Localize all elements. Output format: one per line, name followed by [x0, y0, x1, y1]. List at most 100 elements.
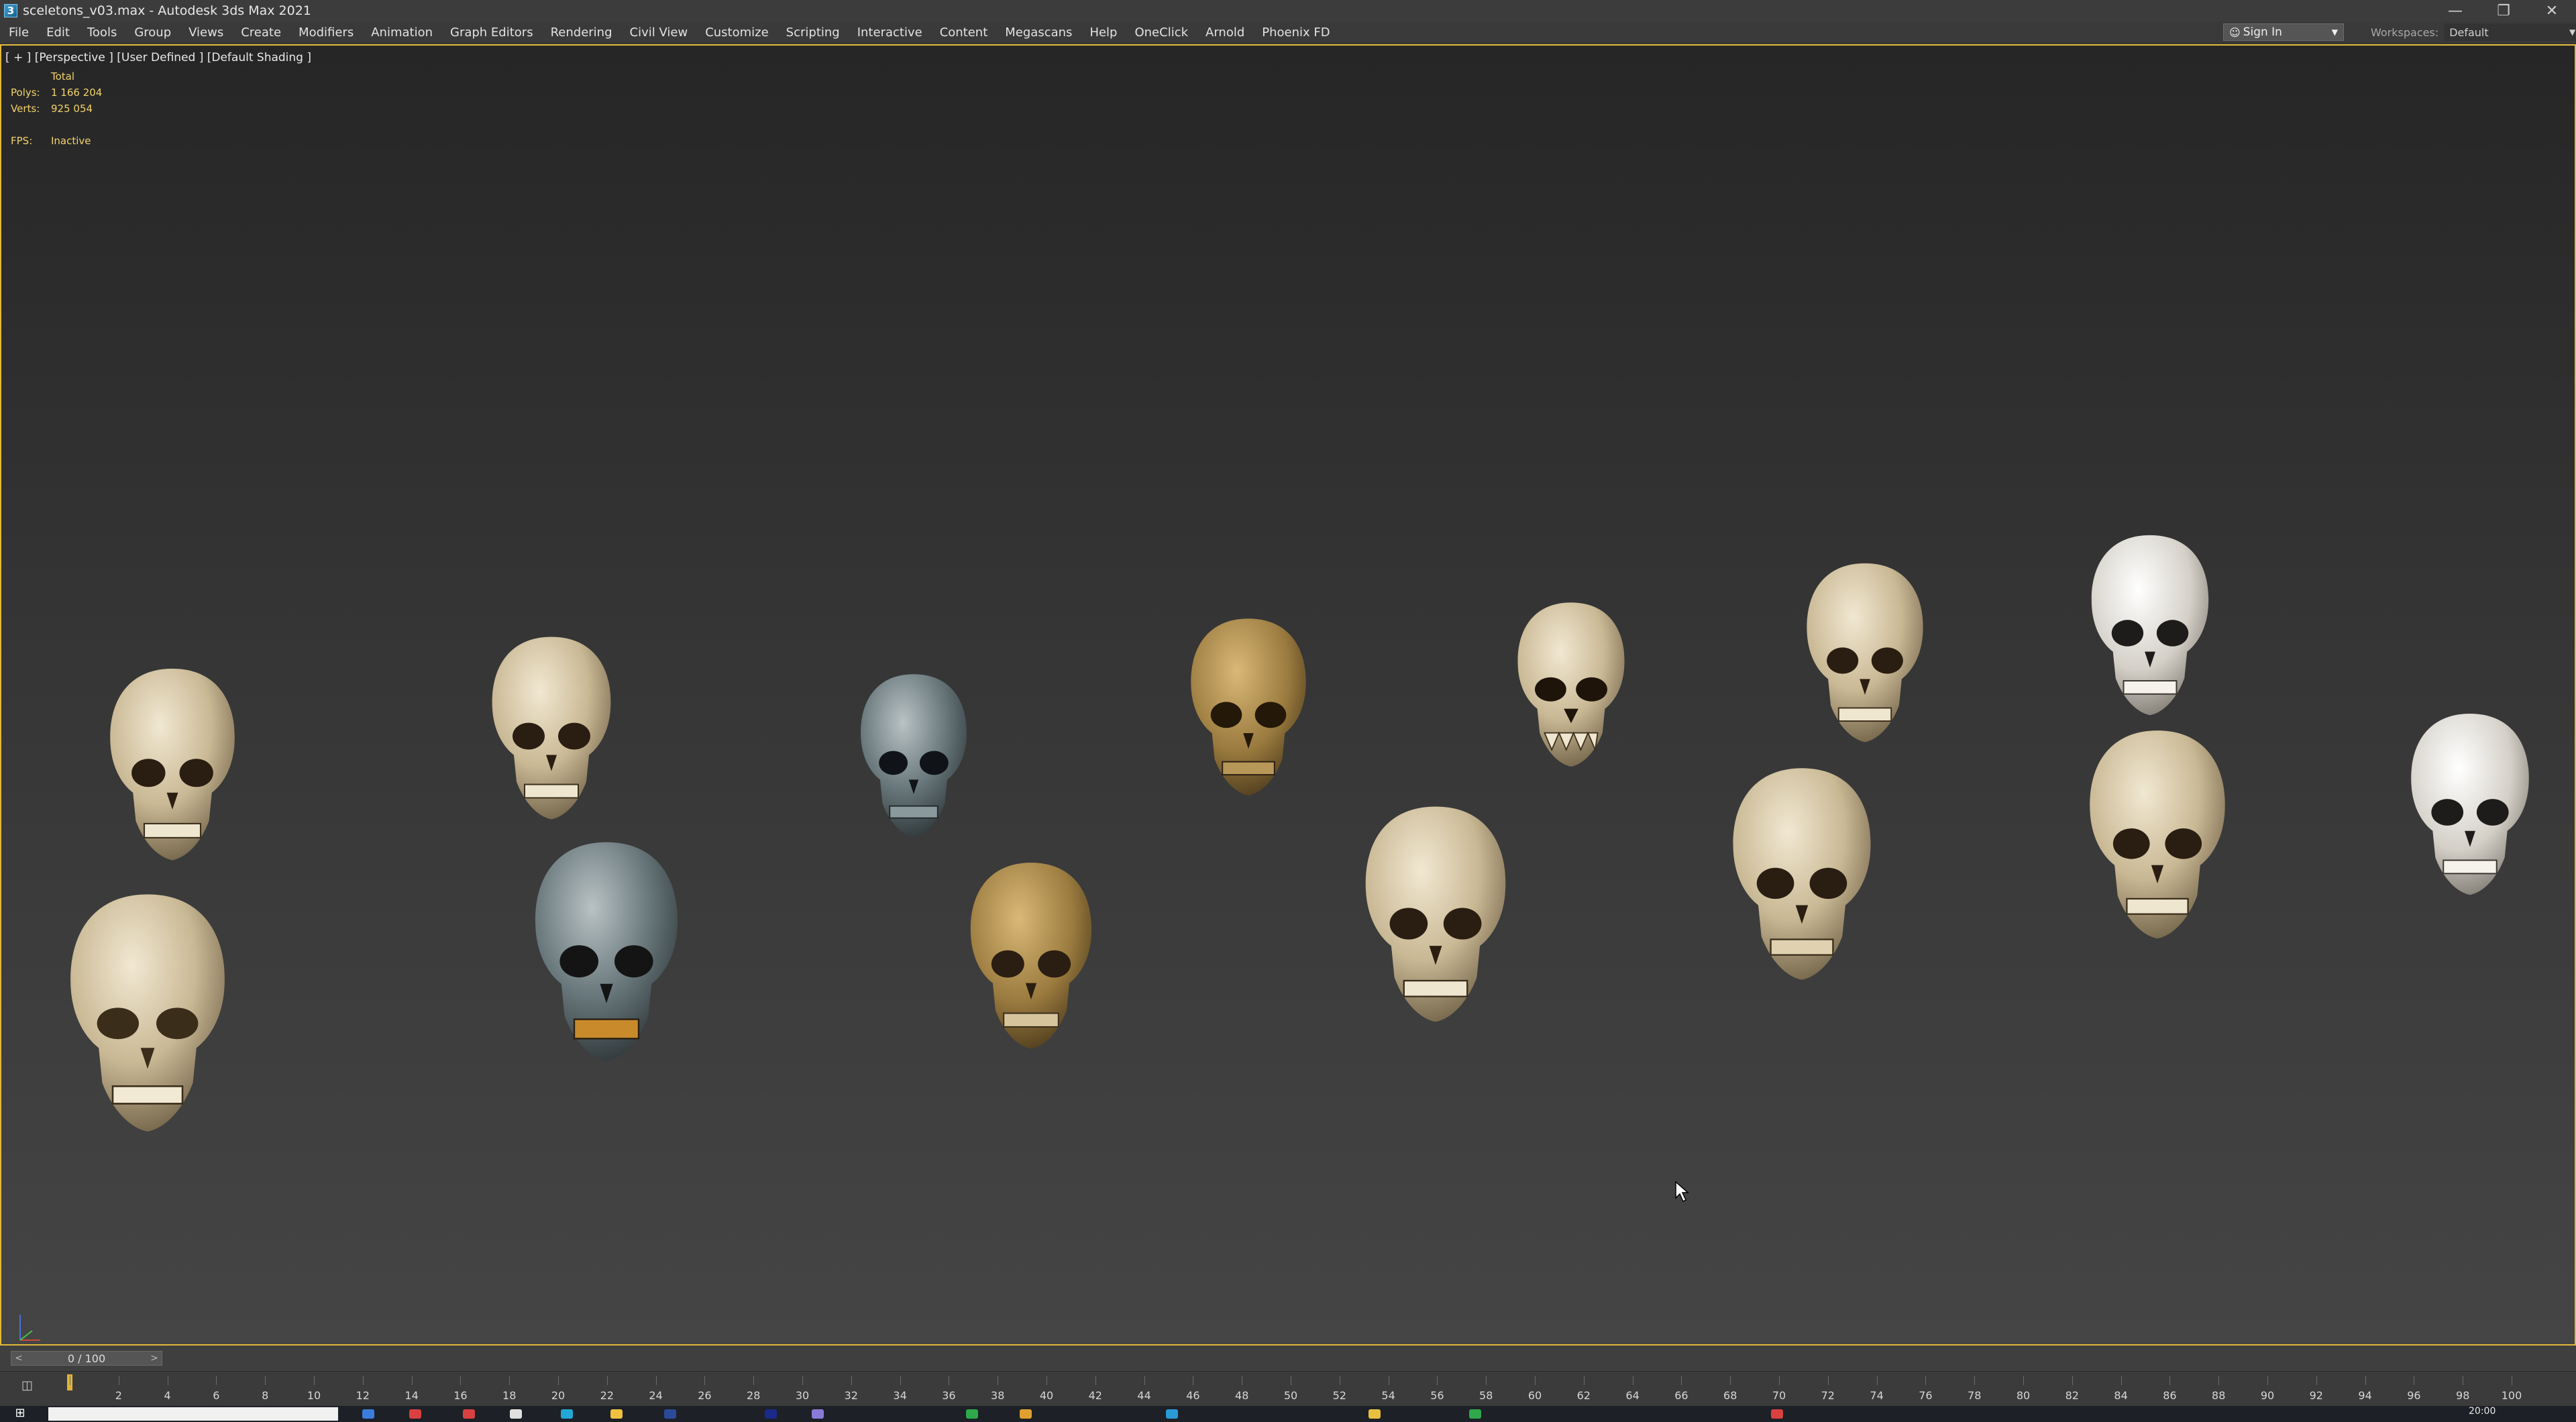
skull-model-3[interactable]: [484, 626, 619, 838]
prev-frame-button[interactable]: <: [11, 1353, 26, 1364]
frame-tick: [2072, 1376, 2073, 1385]
taskbar-app-icon[interactable]: [362, 1409, 374, 1419]
menu-customize[interactable]: Customize: [696, 25, 777, 40]
menu-scripting[interactable]: Scripting: [777, 25, 849, 40]
3dsmax-app-icon[interactable]: 3: [4, 4, 17, 17]
frame-tick: [509, 1376, 511, 1385]
menu-content[interactable]: Content: [931, 25, 997, 40]
frame-tick-label: 72: [1821, 1389, 1835, 1402]
skull-model-14[interactable]: [2390, 708, 2551, 908]
menu-edit[interactable]: Edit: [38, 25, 78, 40]
menu-arnold[interactable]: Arnold: [1197, 25, 1253, 40]
menu-animation[interactable]: Animation: [362, 25, 441, 40]
key-filter-icon[interactable]: ◫: [21, 1378, 33, 1392]
frame-tick-label: 80: [2016, 1389, 2031, 1402]
frame-tick-label: 10: [307, 1389, 321, 1402]
user-icon: ☺: [2229, 25, 2241, 39]
skull-model-5[interactable]: [853, 669, 974, 849]
frame-tick-label: 70: [1772, 1389, 1786, 1402]
taskbar-search-box[interactable]: [48, 1407, 338, 1421]
taskbar-clock[interactable]: 20:00: [2469, 1406, 2496, 1417]
skull-model-7[interactable]: [1183, 609, 1313, 813]
workspaces-label: Workspaces:: [2371, 25, 2439, 39]
frame-tick: [753, 1376, 755, 1385]
frame-tick-label: 64: [1625, 1389, 1640, 1402]
menu-graph-editors[interactable]: Graph Editors: [441, 25, 542, 40]
viewport-label-menu[interactable]: [ + ] [Perspective ] [User Defined ] [De…: [5, 51, 311, 64]
frame-tick-label: 68: [1723, 1389, 1737, 1402]
menu-civil-view[interactable]: Civil View: [621, 25, 697, 40]
windows-start-icon[interactable]: ⊞: [0, 1406, 40, 1422]
menu-oneclick[interactable]: OneClick: [1126, 25, 1197, 40]
frame-tick: [851, 1376, 852, 1385]
verts-label: Verts:: [11, 103, 40, 115]
frame-tick: [1827, 1376, 1829, 1385]
next-frame-button[interactable]: >: [147, 1353, 162, 1364]
skull-model-9[interactable]: [1511, 596, 1631, 781]
frame-tick-label: 28: [747, 1389, 761, 1402]
menu-rendering[interactable]: Rendering: [542, 25, 621, 40]
taskbar-app-icon[interactable]: [463, 1409, 475, 1419]
taskbar-3dsmax-icon[interactable]: [1166, 1409, 1178, 1419]
restore-button[interactable]: ❐: [2479, 0, 2528, 21]
skull-model-2[interactable]: [60, 884, 235, 1152]
menu-file[interactable]: File: [0, 25, 38, 40]
taskbar-app-icon[interactable]: [1771, 1409, 1783, 1419]
verts-value: 925 054: [51, 103, 93, 115]
frame-tick-label: 36: [942, 1389, 956, 1402]
frame-tick: [1535, 1376, 1536, 1385]
taskbar-app-icon[interactable]: [409, 1409, 421, 1419]
skull-model-12[interactable]: [2084, 530, 2216, 728]
skull-model-1[interactable]: [102, 661, 243, 876]
frame-tick: [1974, 1376, 1976, 1385]
menu-group[interactable]: Group: [125, 25, 180, 40]
frame-tick-label: 24: [649, 1389, 663, 1402]
taskbar-app-icon[interactable]: [664, 1409, 676, 1419]
taskbar-app-icon[interactable]: [1368, 1409, 1381, 1419]
taskbar-app-icon[interactable]: [561, 1409, 573, 1419]
skull-model-11[interactable]: [1799, 558, 1931, 755]
skull-model-13[interactable]: [2081, 722, 2234, 956]
frame-tick-label: 92: [2309, 1389, 2323, 1402]
frame-tick: [314, 1376, 315, 1385]
taskbar-app-icon[interactable]: [812, 1409, 824, 1419]
menu-tools[interactable]: Tools: [78, 25, 125, 40]
frame-tick: [1095, 1376, 1096, 1385]
skull-model-10[interactable]: [1724, 759, 1880, 998]
skull-model-6[interactable]: [957, 857, 1106, 1062]
time-slider-track[interactable]: < 0 / 100 >: [11, 1351, 162, 1366]
skull-model-4[interactable]: [526, 829, 687, 1084]
skull-model-8[interactable]: [1356, 791, 1515, 1046]
track-bar[interactable]: ◫ 2 4 6 8 10 12 14 16 18 20 22 24 26 28 30 32 34 36 38 40 42…: [0, 1371, 2576, 1407]
windows-taskbar: ⊞ 20:00: [0, 1406, 2576, 1422]
frame-tick-label: 30: [795, 1389, 810, 1402]
taskbar-app-icon[interactable]: [610, 1409, 623, 1419]
taskbar-app-icon[interactable]: [765, 1409, 777, 1419]
close-button[interactable]: ✕: [2528, 0, 2576, 21]
menu-phoenix-fd[interactable]: Phoenix FD: [1253, 25, 1338, 40]
taskbar-app-icon[interactable]: [966, 1409, 978, 1419]
workspaces-dropdown[interactable]: Default ▼: [2444, 23, 2576, 41]
frame-tick-label: 4: [164, 1389, 171, 1402]
menu-interactive[interactable]: Interactive: [849, 25, 931, 40]
menu-help[interactable]: Help: [1081, 25, 1126, 40]
frame-tick: [2169, 1376, 2171, 1385]
taskbar-app-icon[interactable]: [1020, 1409, 1032, 1419]
minimize-button[interactable]: —: [2431, 0, 2479, 21]
sign-in-dropdown[interactable]: ☺ Sign In ▼: [2223, 23, 2344, 41]
frame-tick: [216, 1376, 217, 1385]
menu-modifiers[interactable]: Modifiers: [290, 25, 362, 40]
menu-views[interactable]: Views: [180, 25, 232, 40]
time-slider: < 0 / 100 >: [0, 1346, 2576, 1371]
menu-megascans[interactable]: Megascans: [996, 25, 1081, 40]
close-icon: ✕: [2545, 2, 2559, 19]
frame-tick: [2121, 1376, 2122, 1385]
taskbar-app-icon[interactable]: [510, 1409, 522, 1419]
frame-tick: [1730, 1376, 1731, 1385]
frame-tick: [2218, 1376, 2220, 1385]
frame-tick-label: 78: [1968, 1389, 1982, 1402]
perspective-viewport[interactable]: [ + ] [Perspective ] [User Defined ] [De…: [0, 44, 2576, 1346]
frame-tick-label: 38: [991, 1389, 1005, 1402]
taskbar-app-icon[interactable]: [1469, 1409, 1481, 1419]
menu-create[interactable]: Create: [232, 25, 290, 40]
